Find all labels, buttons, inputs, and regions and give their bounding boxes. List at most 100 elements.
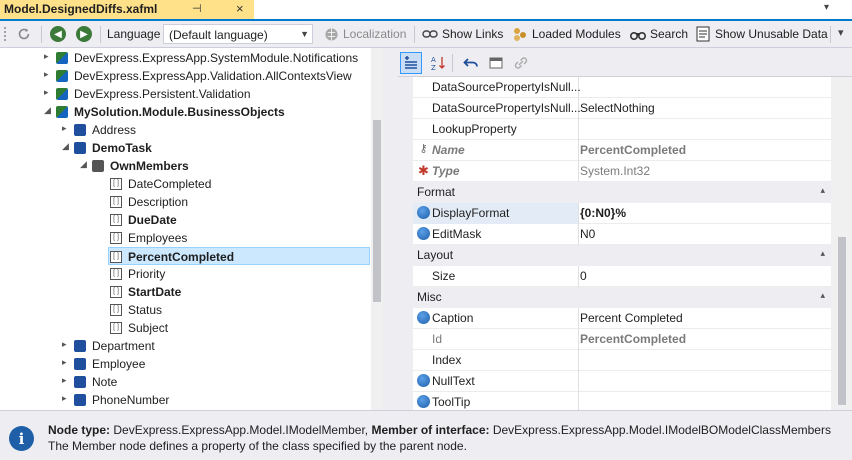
property-row[interactable]: Id PercentCompleted bbox=[398, 329, 831, 350]
property-row[interactable]: ✱ Type System.Int32 bbox=[398, 161, 831, 182]
link-button[interactable] bbox=[510, 52, 532, 74]
window-button[interactable] bbox=[485, 52, 507, 74]
property-scrollbar-thumb[interactable] bbox=[838, 237, 846, 405]
tree-scrollbar-thumb[interactable] bbox=[373, 120, 381, 302]
property-name-cell[interactable]: DisplayFormat bbox=[413, 203, 579, 224]
tree-node[interactable]: ▸ Department bbox=[0, 337, 370, 355]
tree-node[interactable]: [ ] Status bbox=[0, 301, 370, 319]
property-value[interactable]: System.Int32 bbox=[580, 164, 650, 178]
search-button[interactable]: Search bbox=[630, 25, 688, 43]
forward-button[interactable]: ▶ bbox=[76, 26, 92, 42]
tree-node[interactable]: [ ] Description bbox=[0, 193, 370, 211]
property-row[interactable]: DataSourcePropertyIsNull... bbox=[398, 77, 831, 98]
property-value[interactable]: N0 bbox=[580, 227, 595, 241]
pin-icon[interactable]: ⊣ bbox=[192, 2, 202, 15]
categorized-button[interactable] bbox=[400, 52, 422, 74]
tab-dropdown-icon[interactable]: ▾ bbox=[824, 2, 829, 13]
expand-arrow-icon[interactable]: ▸ bbox=[44, 51, 49, 62]
language-select[interactable]: (Default language) ▼ bbox=[163, 24, 313, 44]
toolbar-overflow-icon[interactable]: ▾ bbox=[838, 26, 844, 39]
property-row[interactable]: DataSourcePropertyIsNull... SelectNothing bbox=[398, 98, 831, 119]
localization-button[interactable]: Localization bbox=[323, 25, 406, 43]
property-row[interactable]: ⚷ Name PercentCompleted bbox=[398, 140, 831, 161]
property-category[interactable]: Format ▴ bbox=[398, 182, 831, 203]
model-tree[interactable]: ▸ DevExpress.ExpressApp.SystemModule.Noti… bbox=[0, 48, 383, 410]
expand-arrow-icon[interactable]: ▸ bbox=[62, 393, 67, 404]
property-row[interactable]: Size 0 bbox=[398, 266, 831, 287]
member-icon: [ ] bbox=[110, 268, 122, 280]
collapse-arrow-icon[interactable]: ◢ bbox=[44, 105, 51, 116]
tree-node[interactable]: [ ] Subject bbox=[0, 319, 370, 337]
collapse-arrow-icon[interactable]: ◢ bbox=[80, 159, 87, 170]
tree-node[interactable]: ◢ OwnMembers bbox=[0, 157, 370, 175]
property-name-cell[interactable]: ToolTip bbox=[413, 392, 579, 410]
property-category[interactable]: Layout ▴ bbox=[398, 245, 831, 266]
tree-node[interactable]: ◢ DemoTask bbox=[0, 139, 370, 157]
property-value[interactable]: Percent Completed bbox=[580, 311, 683, 325]
tree-node[interactable]: [ ] DueDate bbox=[0, 211, 370, 229]
property-row[interactable]: ToolTip bbox=[398, 392, 831, 410]
property-scrollbar[interactable] bbox=[831, 77, 852, 410]
tree-node[interactable]: ▸ DevExpress.Persistent.Validation bbox=[0, 85, 370, 103]
toolbar-grip[interactable] bbox=[3, 26, 7, 43]
alphabetical-button[interactable]: AZ bbox=[427, 52, 449, 74]
property-category[interactable]: Misc ▴ bbox=[398, 287, 831, 308]
property-value[interactable]: PercentCompleted bbox=[580, 143, 686, 157]
tree-scrollbar[interactable] bbox=[371, 48, 383, 410]
tree-node[interactable]: [ ] PercentCompleted bbox=[108, 247, 370, 265]
property-row[interactable]: Index bbox=[398, 350, 831, 371]
collapse-arrow-icon[interactable]: ▴ bbox=[820, 248, 825, 259]
tree-node[interactable]: ▸ Employee bbox=[0, 355, 370, 373]
property-name-cell[interactable]: ✱ Type bbox=[413, 161, 579, 182]
show-links-button[interactable]: Show Links bbox=[422, 25, 503, 43]
property-row[interactable]: NullText bbox=[398, 371, 831, 392]
tree-node[interactable]: ▸ Note bbox=[0, 373, 370, 391]
expand-arrow-icon[interactable]: ▸ bbox=[62, 357, 67, 368]
document-tab[interactable]: Model.DesignedDiffs.xafml ⊣ × bbox=[0, 0, 254, 19]
show-unusable-data-button[interactable]: Show Unusable Data bbox=[695, 25, 828, 43]
property-name-cell[interactable]: EditMask bbox=[413, 224, 579, 245]
tree-node-label: MySolution.Module.BusinessObjects bbox=[74, 105, 285, 119]
expand-arrow-icon[interactable]: ▸ bbox=[44, 87, 49, 98]
property-name-cell[interactable]: DataSourcePropertyIsNull... bbox=[413, 98, 581, 119]
tree-node[interactable]: ▸ DevExpress.ExpressApp.Validation.AllCon… bbox=[0, 67, 370, 85]
tree-node[interactable]: ▸ Address bbox=[0, 121, 370, 139]
back-button[interactable]: ◀ bbox=[50, 26, 66, 42]
pane-splitter[interactable] bbox=[383, 48, 398, 410]
tree-node[interactable]: [ ] StartDate bbox=[0, 283, 370, 301]
collapse-arrow-icon[interactable]: ◢ bbox=[62, 141, 69, 152]
loaded-modules-button[interactable]: Loaded Modules bbox=[512, 25, 621, 43]
property-row[interactable]: DisplayFormat {0:N0}% bbox=[398, 203, 831, 224]
close-icon[interactable]: × bbox=[236, 1, 244, 16]
property-name-cell[interactable]: Index bbox=[413, 350, 579, 371]
property-value[interactable]: PercentCompleted bbox=[580, 332, 686, 346]
member-icon: [ ] bbox=[110, 251, 122, 263]
collapse-arrow-icon[interactable]: ▴ bbox=[820, 185, 825, 196]
tree-node[interactable]: ▸ DevExpress.ExpressApp.SystemModule.Noti… bbox=[0, 49, 370, 67]
tree-node[interactable]: [ ] Employees bbox=[0, 229, 370, 247]
property-name-cell[interactable]: NullText bbox=[413, 371, 579, 392]
collapse-arrow-icon[interactable]: ▴ bbox=[820, 290, 825, 301]
property-value[interactable]: SelectNothing bbox=[580, 101, 655, 115]
property-row[interactable]: LookupProperty bbox=[398, 119, 831, 140]
undo-button[interactable] bbox=[460, 52, 482, 74]
property-value[interactable]: 0 bbox=[580, 269, 587, 283]
property-name-cell[interactable]: Id bbox=[413, 329, 579, 350]
expand-arrow-icon[interactable]: ▸ bbox=[44, 69, 49, 80]
property-name-cell[interactable]: LookupProperty bbox=[413, 119, 579, 140]
property-name-cell[interactable]: Caption bbox=[413, 308, 579, 329]
expand-arrow-icon[interactable]: ▸ bbox=[62, 123, 67, 134]
expand-arrow-icon[interactable]: ▸ bbox=[62, 339, 67, 350]
refresh-button[interactable] bbox=[16, 25, 32, 43]
tree-node[interactable]: ▸ PhoneNumber bbox=[0, 391, 370, 409]
property-row[interactable]: Caption Percent Completed bbox=[398, 308, 831, 329]
property-name-cell[interactable]: Size bbox=[413, 266, 579, 287]
tree-node[interactable]: [ ] DateCompleted bbox=[0, 175, 370, 193]
property-row[interactable]: EditMask N0 bbox=[398, 224, 831, 245]
tree-node[interactable]: [ ] Priority bbox=[0, 265, 370, 283]
property-value[interactable]: {0:N0}% bbox=[580, 206, 626, 220]
expand-arrow-icon[interactable]: ▸ bbox=[62, 375, 67, 386]
property-name-cell[interactable]: ⚷ Name bbox=[413, 140, 579, 161]
tree-node[interactable]: ◢ MySolution.Module.BusinessObjects bbox=[0, 103, 370, 121]
property-name-cell[interactable]: DataSourcePropertyIsNull... bbox=[413, 77, 581, 98]
